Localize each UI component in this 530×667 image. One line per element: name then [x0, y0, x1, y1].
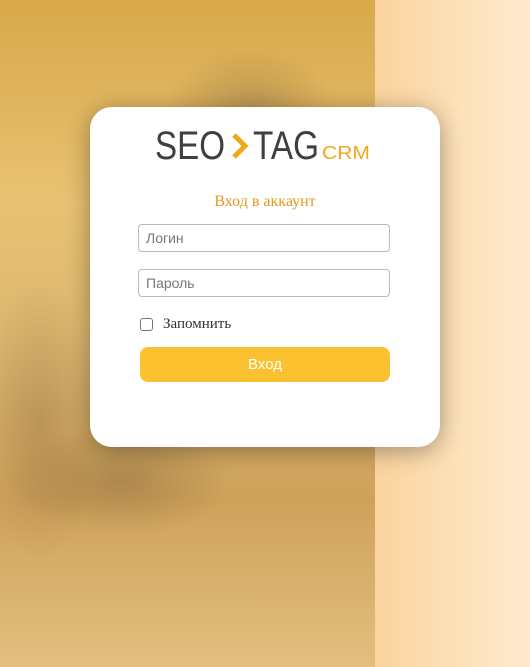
login-title: Вход в аккаунт [214, 193, 316, 210]
remember-checkbox[interactable] [140, 317, 153, 331]
svg-text:SEO: SEO [155, 124, 225, 165]
remember-label[interactable]: Запомнить [163, 316, 231, 333]
login-card: SEO TAG CRM Вход в аккаунт Запомнить Вхо… [90, 107, 440, 447]
remember-row: Запомнить [140, 314, 231, 334]
chevron-right-icon [232, 133, 249, 159]
login-input[interactable] [138, 224, 390, 252]
seotag-crm-logo: SEO TAG CRM [90, 121, 440, 165]
login-button[interactable]: Вход [140, 347, 390, 382]
password-input[interactable] [138, 269, 390, 297]
svg-text:TAG: TAG [253, 124, 319, 165]
svg-text:CRM: CRM [322, 143, 370, 163]
logo-graphic: SEO TAG CRM [155, 124, 370, 165]
